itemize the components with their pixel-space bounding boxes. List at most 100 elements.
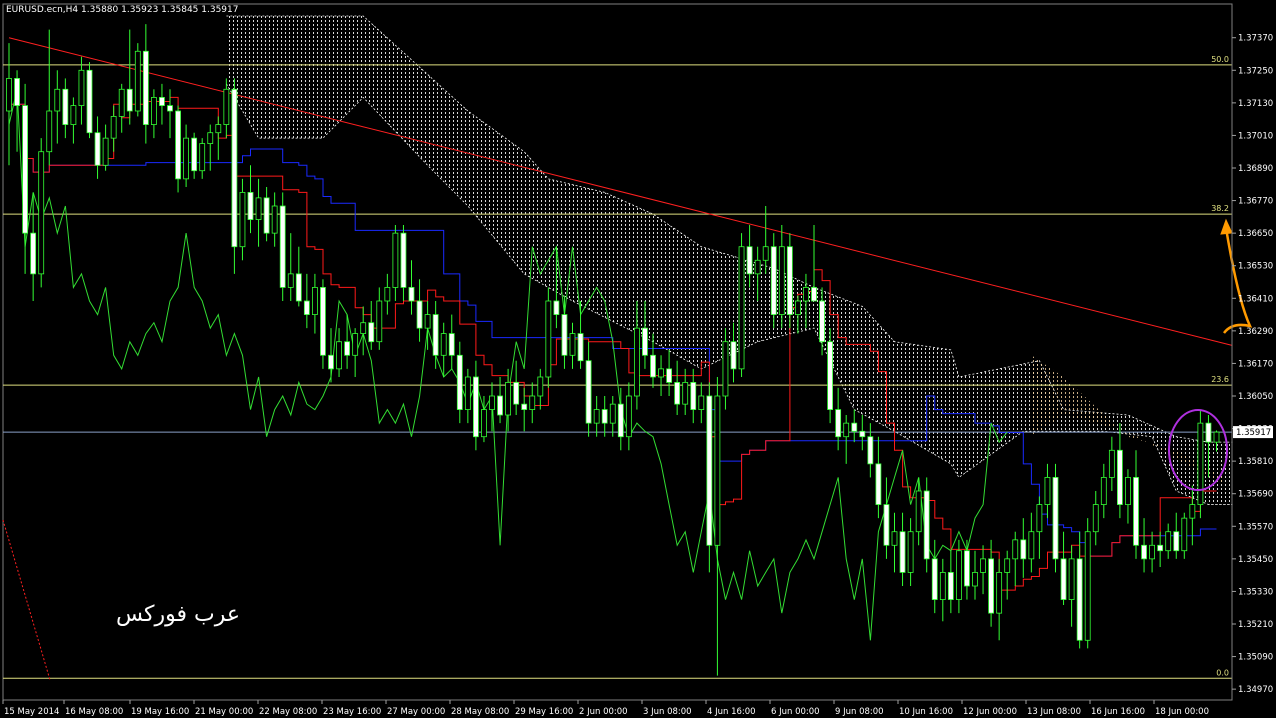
- candle: [167, 89, 173, 139]
- candle-body-bear: [883, 504, 890, 546]
- candle: [1028, 512, 1035, 573]
- y-tick-label: 1.35810: [1238, 457, 1273, 467]
- candle: [320, 279, 326, 369]
- candle-body-bear: [617, 403, 624, 438]
- candle-body-bear: [1157, 544, 1164, 552]
- candle-body-bull: [78, 69, 85, 106]
- y-tick-label: 1.35570: [1238, 522, 1273, 532]
- candle-body-bull: [352, 333, 359, 356]
- candle-body-bear: [400, 232, 407, 288]
- candle: [931, 539, 938, 614]
- x-tick-label: 6 Jun 00:00: [771, 707, 820, 717]
- candle-body-bear: [561, 314, 568, 356]
- candle-body-bull: [1165, 531, 1172, 552]
- candle: [183, 124, 190, 187]
- candle: [303, 273, 310, 329]
- y-tick-label: 1.36650: [1238, 229, 1273, 239]
- candle-body-bull: [223, 88, 230, 125]
- candle-body-bull: [996, 572, 1003, 614]
- candle: [907, 518, 914, 586]
- candle: [231, 78, 238, 274]
- candle: [1173, 512, 1180, 559]
- candle: [947, 550, 954, 614]
- candle-body-bear: [448, 333, 455, 356]
- y-tick-label: 1.36050: [1238, 392, 1273, 402]
- candle-body-bear: [295, 273, 302, 302]
- candle: [1108, 436, 1115, 491]
- candle-body-bull: [722, 341, 729, 397]
- candle: [279, 192, 286, 301]
- candle: [191, 132, 198, 179]
- candle-body-bull: [545, 300, 552, 378]
- candle-body-bull: [1197, 422, 1204, 505]
- candle-body-bear: [964, 550, 970, 587]
- candle-body-bull: [1213, 431, 1220, 443]
- candle-body-bear: [142, 50, 149, 125]
- candle-body-bear: [368, 322, 375, 343]
- candle: [1165, 523, 1172, 559]
- candle: [207, 124, 214, 171]
- candle: [352, 328, 359, 377]
- candle: [972, 550, 978, 600]
- x-tick-label: 3 Jun 08:00: [643, 707, 692, 717]
- x-tick-label: 2 Jun 00:00: [579, 707, 628, 717]
- y-tick-label: 1.34970: [1238, 685, 1273, 695]
- candle: [770, 233, 777, 329]
- candle: [392, 225, 399, 301]
- candle-body-bull: [843, 422, 850, 438]
- candle: [1141, 518, 1147, 573]
- candle: [368, 301, 375, 350]
- candle-body-bear: [432, 314, 439, 356]
- x-tick-label: 15 May 2014: [4, 707, 59, 717]
- candle-body-bull: [102, 137, 109, 166]
- candle-body-bear: [585, 360, 592, 424]
- candle: [150, 89, 157, 139]
- candle: [336, 328, 342, 377]
- candle-body-bull: [271, 205, 278, 234]
- candle: [448, 314, 455, 369]
- candle: [1117, 423, 1123, 519]
- candle-body-bear: [851, 422, 858, 432]
- y-tick-label: 1.37370: [1238, 34, 1273, 44]
- candle: [287, 233, 294, 301]
- candle: [159, 83, 165, 125]
- candle-body-bull: [634, 327, 640, 397]
- candle: [464, 368, 471, 424]
- candle: [1036, 496, 1043, 559]
- candle-body-bear: [303, 300, 310, 315]
- candle: [30, 192, 37, 301]
- candle-body-bear: [521, 403, 528, 410]
- indicator-lines: [2, 37, 1233, 681]
- candle: [311, 273, 318, 334]
- candle-body-bull: [464, 376, 471, 410]
- candle: [440, 322, 447, 377]
- candle-body-bull: [698, 395, 705, 410]
- candle-body-bull: [6, 78, 12, 112]
- candle-body-bull: [1181, 517, 1188, 552]
- candle: [1157, 531, 1164, 567]
- candle: [271, 192, 278, 247]
- candle: [70, 97, 77, 144]
- x-tick-label: 29 May 16:00: [515, 707, 573, 717]
- y-tick-label: 1.35450: [1238, 555, 1273, 565]
- candle: [263, 187, 270, 242]
- candle: [1060, 531, 1067, 605]
- candle-body-bull: [38, 151, 45, 275]
- candle-body-bull: [972, 572, 978, 587]
- candle: [497, 377, 503, 424]
- x-tick-label: 16 Jun 16:00: [1091, 707, 1145, 717]
- candle-body-bear: [497, 395, 503, 416]
- candle: [1149, 531, 1155, 573]
- candle: [923, 477, 930, 573]
- candle-body-bull: [440, 333, 447, 356]
- candle-body-bear: [875, 463, 882, 505]
- candle: [666, 349, 672, 396]
- candle: [698, 382, 705, 424]
- candle: [175, 105, 181, 193]
- candle: [964, 539, 970, 600]
- candle: [891, 512, 898, 573]
- candle-body-bull: [150, 97, 157, 125]
- candle: [328, 328, 334, 383]
- candle-body-bull: [54, 88, 61, 112]
- x-tick-label: 9 Jun 08:00: [835, 707, 884, 717]
